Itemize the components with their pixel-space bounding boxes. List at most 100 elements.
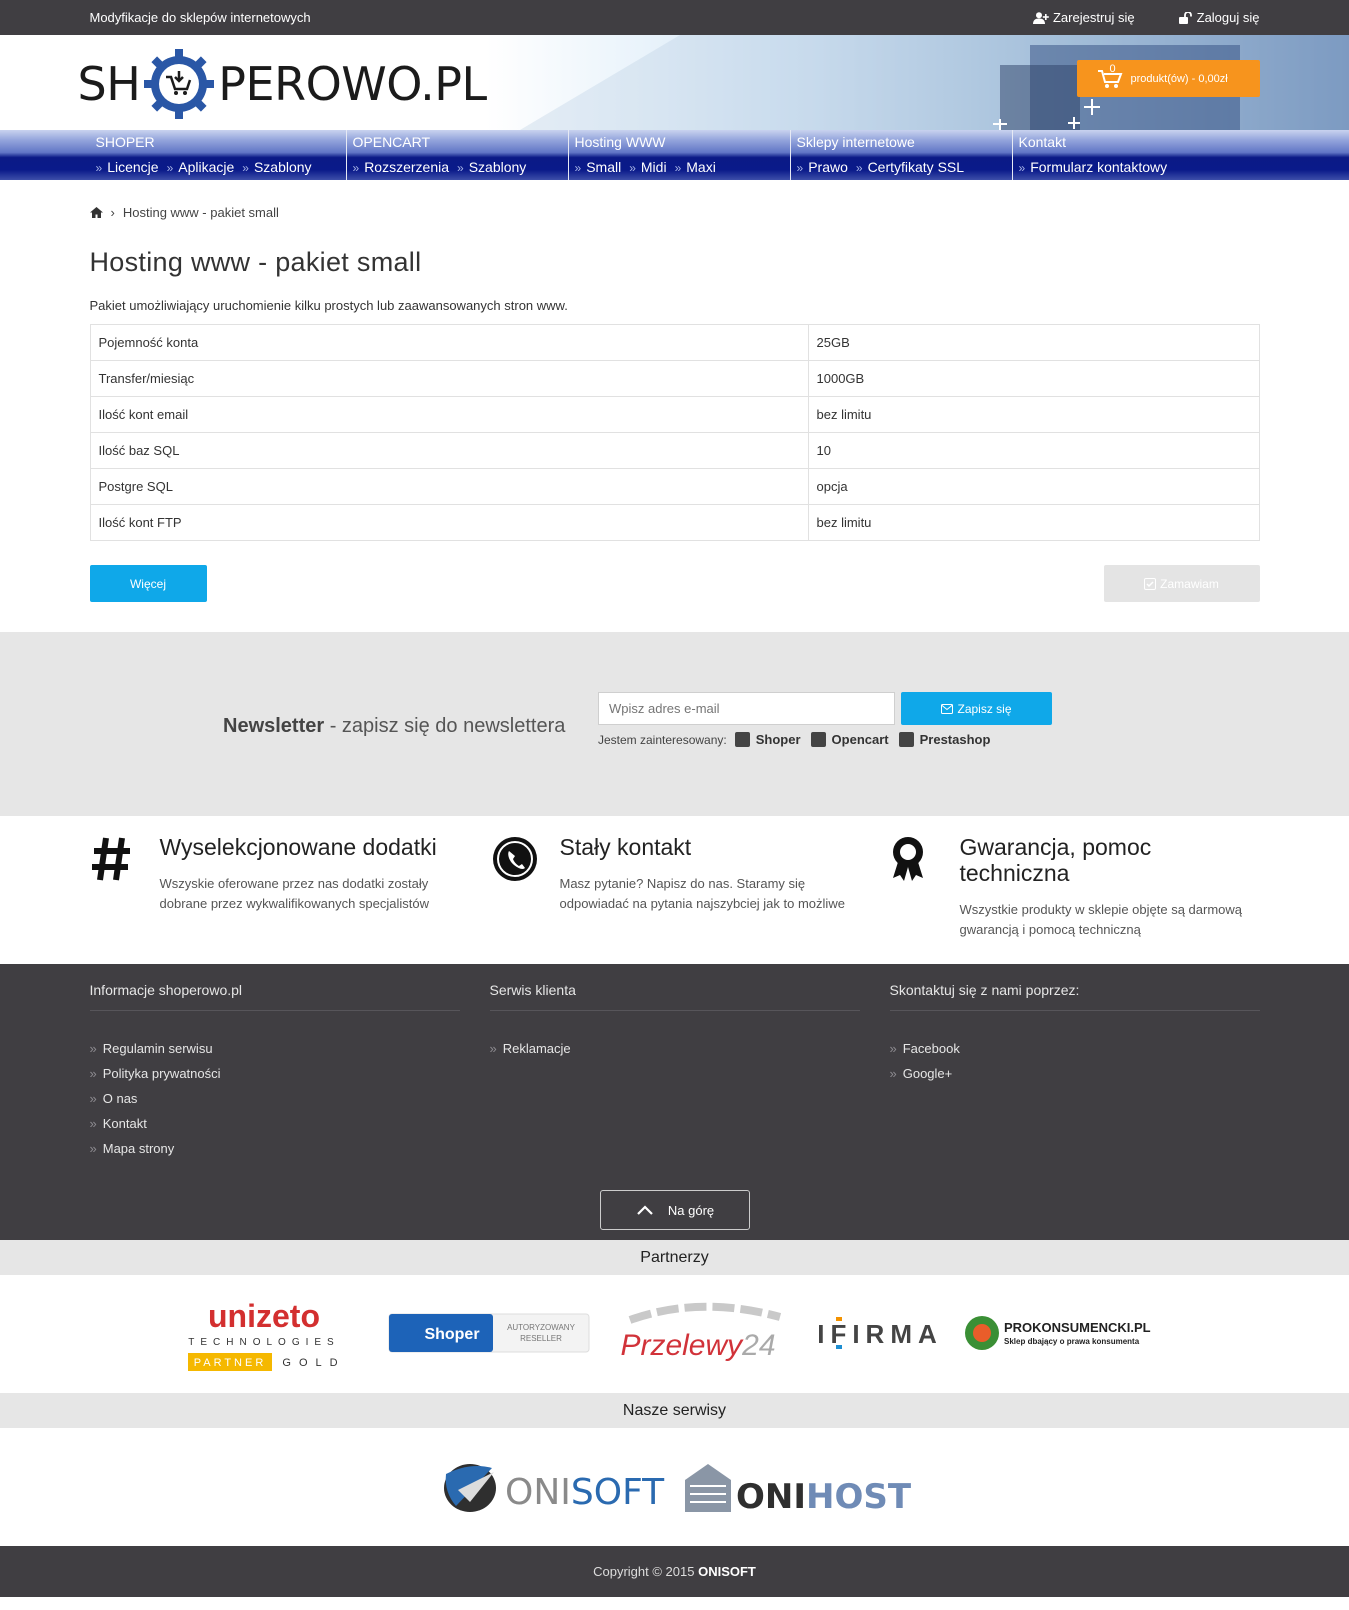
nav-item-szablony[interactable]: Szablony: [242, 155, 312, 180]
spec-value: 1000GB: [807, 360, 1260, 397]
cart-label: produkt(ów) - 0,00zł: [1130, 72, 1228, 85]
unizeto-logo[interactable]: unizeto TECHNOLOGIES PARTNER GOLD: [188, 1298, 346, 1371]
nav-item-prawo[interactable]: Prawo: [797, 155, 848, 180]
checkbox-shoper[interactable]: [734, 732, 750, 747]
newsletter-section: Newsletter - zapisz się do newslettera Z…: [0, 632, 1349, 816]
checkbox-opencart[interactable]: [810, 732, 826, 747]
feature-contact: Stały kontakt Masz pytanie? Napisz do na…: [490, 834, 860, 914]
user-plus-icon: [1032, 11, 1049, 24]
unlock-icon: [1178, 11, 1192, 24]
footer-link[interactable]: Kontakt: [90, 1116, 460, 1141]
copyright-bar: Copyright © 2015 ONISOFT: [0, 1546, 1349, 1597]
feature-warranty: Gwarancja, pomoc techniczna Wszystkie pr…: [890, 834, 1260, 940]
table-row: Pojemność konta 25GB: [89, 324, 1260, 361]
spec-label: Ilość baz SQL: [89, 432, 809, 469]
services-section: ONISOFT ONIHOST: [0, 1428, 1349, 1546]
more-button[interactable]: Więcej: [89, 565, 207, 602]
nav-title-opencart[interactable]: OPENCART: [353, 130, 562, 155]
przelewy24-logo[interactable]: Przelewy24: [620, 1302, 782, 1362]
unizeto-level: GOLD: [282, 1357, 345, 1369]
footer-link[interactable]: Polityka prywatności: [90, 1066, 460, 1091]
feature-addons: Wyselekcjonowane dodatki Wszyskie oferow…: [90, 834, 460, 914]
nav-item-small[interactable]: Small: [575, 155, 621, 180]
nav-title-hosting[interactable]: Hosting WWW: [575, 130, 784, 155]
table-row: Ilość kont FTP bez limitu: [89, 504, 1260, 541]
main-nav: SHOPER Licencje Aplikacje Szablony OPENC…: [0, 130, 1349, 180]
checkbox-prestashop[interactable]: [898, 732, 914, 747]
option-opencart: Opencart: [831, 732, 889, 747]
hash-icon: [91, 837, 130, 881]
onihost-logo[interactable]: ONIHOST: [685, 1464, 912, 1517]
spec-value: 10: [807, 432, 1260, 469]
footer-col-title: Skontaktuj się z nami poprzez:: [889, 982, 1260, 1011]
copyright-brand: ONISOFT: [698, 1564, 756, 1579]
interest-label: Jestem zainteresowany:: [598, 732, 727, 747]
footer-col-title: Informacje shoperowo.pl: [89, 982, 460, 1011]
nav-item-ssl[interactable]: Certyfikaty SSL: [856, 155, 964, 180]
newsletter-title-rest: - zapisz się do newslettera: [324, 715, 566, 737]
nav-item-licencje[interactable]: Licencje: [96, 155, 158, 180]
footer-link[interactable]: Regulamin serwisu: [90, 1041, 460, 1066]
unizeto-name: unizeto: [208, 1298, 320, 1334]
nav-item-midi[interactable]: Midi: [629, 155, 667, 180]
prokonsumencki-logo[interactable]: PROKONSUMENCKI.PL Sklep dbający o prawa …: [965, 1316, 1151, 1350]
cart-button[interactable]: 0 produkt(ów) - 0,00zł: [1076, 60, 1260, 97]
shoper-name: Shoper: [424, 1326, 479, 1343]
nav-item-rozszerzenia[interactable]: Rozszerzenia: [353, 155, 449, 180]
logo-text-left: SH: [77, 57, 141, 111]
newsletter-subscribe-button[interactable]: Zapisz się: [901, 692, 1052, 725]
table-row: Ilość kont email bez limitu: [89, 396, 1260, 433]
services-title: Nasze serwisy: [0, 1393, 1349, 1428]
footer-link[interactable]: Reklamacje: [490, 1041, 860, 1066]
footer-link[interactable]: Mapa strony: [90, 1141, 460, 1166]
footer-col-title: Serwis klienta: [489, 982, 860, 1011]
logo[interactable]: SH PEROWO.PL: [78, 47, 487, 121]
breadcrumb: › Hosting www - pakiet small: [89, 202, 1260, 222]
footer-link[interactable]: Facebook: [890, 1041, 1260, 1066]
svg-text:ONIHOST: ONIHOST: [736, 1477, 912, 1517]
nav-title-shoper[interactable]: SHOPER: [96, 130, 340, 155]
copyright-text: Copyright © 2015: [593, 1564, 699, 1579]
onihost-b: HOST: [806, 1477, 912, 1517]
option-shoper: Shoper: [755, 732, 801, 747]
spec-value: 25GB: [807, 324, 1260, 361]
shoper-logo[interactable]: Shoper AUTORYZOWANY RESELLER: [388, 1313, 590, 1353]
home-icon[interactable]: [89, 206, 103, 218]
newsletter-email-input[interactable]: [598, 692, 895, 725]
newsletter-title: Newsletter - zapisz się do newslettera: [223, 715, 565, 738]
login-link[interactable]: Zaloguj się: [1178, 10, 1260, 25]
register-link[interactable]: Zarejestruj się: [1032, 10, 1135, 25]
partners-title: Partnerzy: [0, 1240, 1349, 1275]
footer-link[interactable]: O nas: [90, 1091, 460, 1116]
back-to-top-button[interactable]: Na górę: [600, 1190, 750, 1230]
logo-text-right: PEROWO.PL: [218, 57, 487, 111]
spec-label: Ilość kont email: [89, 396, 809, 433]
onisoft-a: ONI: [505, 1472, 571, 1513]
nav-item-maxi[interactable]: Maxi: [675, 155, 716, 180]
nav-title-sklepy[interactable]: Sklepy internetowe: [797, 130, 1006, 155]
onisoft-logo[interactable]: ONISOFT: [444, 1464, 665, 1513]
order-button[interactable]: Zamawiam: [1103, 565, 1260, 602]
shoper-sub1: AUTORYZOWANY: [507, 1323, 576, 1332]
nav-item-aplikacje[interactable]: Aplikacje: [167, 155, 234, 180]
features-section: Wyselekcjonowane dodatki Wszyskie oferow…: [90, 816, 1260, 964]
unizeto-sub: TECHNOLOGIES: [188, 1337, 339, 1348]
check-square-icon: [1144, 577, 1157, 590]
newsletter-interests: Jestem zainteresowany: Shoper Opencart P…: [598, 732, 992, 747]
subscribe-label: Zapisz się: [957, 701, 1012, 716]
nav-title-kontakt[interactable]: Kontakt: [1019, 130, 1254, 155]
nav-item-formularz[interactable]: Formularz kontaktowy: [1019, 155, 1167, 180]
gear-cart-icon: [144, 49, 215, 119]
nav-col-opencart: OPENCART Rozszerzenia Szablony: [347, 130, 569, 180]
footer-link[interactable]: Google+: [890, 1066, 1260, 1091]
nav-col-hosting: Hosting WWW Small Midi Maxi: [569, 130, 791, 180]
nav-item-szablony-oc[interactable]: Szablony: [457, 155, 527, 180]
svg-text:Przelewy24: Przelewy24: [620, 1329, 775, 1362]
ifirma-logo[interactable]: IFIRMA: [817, 1317, 943, 1349]
spec-label: Transfer/miesiąc: [89, 360, 809, 397]
chevron-up-icon: [637, 1205, 653, 1215]
tagline: Modyfikacje do sklepów internetowych: [89, 10, 311, 25]
svg-text:ONISOFT: ONISOFT: [505, 1472, 665, 1513]
breadcrumb-current: Hosting www - pakiet small: [122, 204, 279, 220]
product-description: Pakiet umożliwiający uruchomienie kilku …: [89, 298, 568, 313]
